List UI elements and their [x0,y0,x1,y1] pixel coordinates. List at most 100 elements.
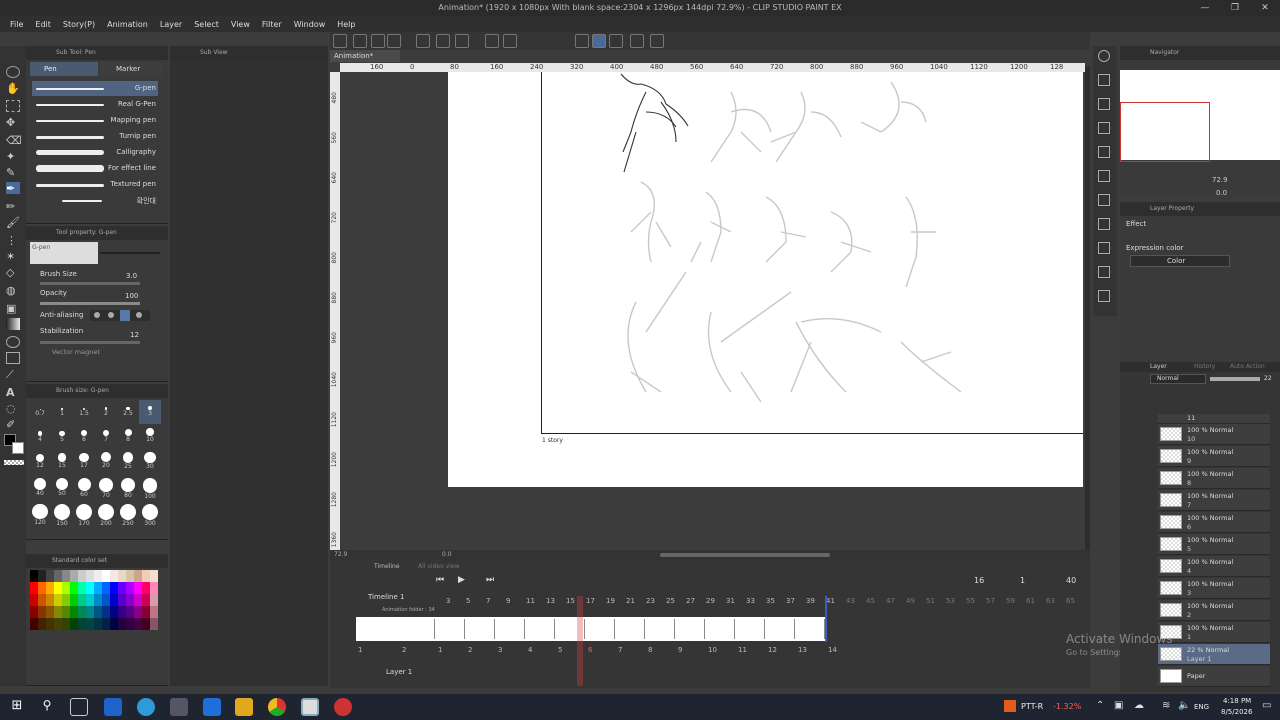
store-icon[interactable] [104,698,122,716]
color-swatch[interactable] [118,582,126,594]
airbrush-tool-icon[interactable]: ⋮ [6,234,20,247]
brush-size-option[interactable]: 2 [95,400,117,424]
color-swatch[interactable] [150,594,158,606]
history-tab[interactable]: History [1194,363,1215,370]
clip-studio-paint-icon[interactable] [334,698,352,716]
clock-date[interactable]: 8/5/2026 [1221,708,1252,716]
brush-size-option[interactable]: 170 [73,504,95,528]
color-swatch[interactable] [110,582,118,594]
color-swatch[interactable] [78,582,86,594]
color-swatch[interactable] [126,618,134,630]
start-frame-readout[interactable]: 1 [1020,576,1025,585]
track-layer-label[interactable]: Layer 1 [386,668,412,676]
color-swatch[interactable] [118,570,126,582]
color-swatch[interactable] [38,582,46,594]
color-swatch[interactable] [134,618,142,630]
redo-icon[interactable] [436,34,450,48]
move-tool-icon[interactable]: ✥ [6,116,20,129]
color-swatch[interactable] [134,570,142,582]
color-swatch[interactable] [62,582,70,594]
ruler-tool-icon[interactable]: ⟋ [6,368,20,381]
brush-tool-icon[interactable]: 🖌 [6,216,20,229]
brush-size-option[interactable]: 10 [139,426,161,450]
color-swatch[interactable] [62,606,70,618]
layer-row[interactable]: 100 % Normal 10 [1158,424,1270,445]
menu-window[interactable]: Window [294,20,326,29]
minimize-button[interactable]: — [1190,0,1220,16]
frame-header-number[interactable]: 5 [466,597,470,605]
color-swatch[interactable] [94,582,102,594]
select-tool-icon[interactable] [6,100,20,112]
fill-tool-icon[interactable]: ▣ [6,302,20,315]
brush-size-option[interactable]: 1.5 [73,400,95,424]
color-swatch[interactable] [86,594,94,606]
brush-size-option[interactable]: 40 [29,478,51,502]
color-swatch[interactable] [110,618,118,630]
task-view-icon[interactable] [70,698,88,716]
color-swatch[interactable] [102,606,110,618]
figure-tool-icon[interactable] [6,336,20,348]
frame-header-number[interactable]: 31 [726,597,735,605]
eyedropper-icon[interactable]: ✎ [6,166,20,179]
eraser-icon[interactable]: ◇ [6,266,20,279]
decoration-tool-icon[interactable]: ✶ [6,250,20,263]
brush-size-option[interactable]: 150 [51,504,73,528]
brush-size-option[interactable]: 80 [117,478,139,502]
zoom-tool-icon[interactable] [6,66,20,78]
color-swatch[interactable] [54,594,62,606]
brush-size-option[interactable]: 30 [139,452,161,476]
color-swatch[interactable] [86,618,94,630]
brush-size-option[interactable]: 15 [51,452,73,476]
panel-icon-9[interactable] [1098,290,1110,302]
cel-number[interactable]: 8 [648,646,652,654]
layer-row[interactable]: 100 % Normal 9 [1158,446,1270,467]
layer-row[interactable]: 100 % Normal 8 [1158,468,1270,489]
panel-icon-3[interactable] [1098,146,1110,158]
color-swatch[interactable] [118,606,126,618]
menu-view[interactable]: View [231,20,250,29]
frame-header-number[interactable]: 45 [866,597,875,605]
brush-size-slider[interactable] [40,282,140,285]
notification-icon[interactable]: ▭ [1262,700,1271,711]
animation-cel-track[interactable] [356,617,826,641]
tray-icon-2[interactable]: ☁ [1134,700,1144,711]
brush-size-option[interactable]: 0.7 [29,400,51,424]
brush-item-textured-pen[interactable]: Textured pen [32,177,158,192]
color-swatch[interactable] [94,594,102,606]
balloon-tool-icon[interactable]: ◌ [6,402,20,415]
color-swatch[interactable] [150,570,158,582]
brush-size-option[interactable]: 50 [51,478,73,502]
color-swatch[interactable] [102,594,110,606]
tray-chevron-icon[interactable]: ⌃ [1096,700,1104,711]
cel-number[interactable]: 12 [768,646,777,654]
frame-header-number[interactable]: 17 [586,597,595,605]
color-swatch[interactable] [70,606,78,618]
app-icon-1[interactable] [170,698,188,716]
maximize-button[interactable]: ❐ [1220,0,1250,16]
transparent-color-swatch[interactable] [4,460,24,465]
stock-name[interactable]: PTT-R [1021,702,1043,711]
close-panel-icon[interactable] [1098,74,1110,86]
frame-header-number[interactable]: 19 [606,597,615,605]
menu-story[interactable]: Story(P) [63,20,95,29]
frame-header-number[interactable]: 49 [906,597,915,605]
color-swatch[interactable] [46,594,54,606]
color-swatch[interactable] [142,618,150,630]
frame-header-number[interactable]: 55 [966,597,975,605]
color-swatch[interactable] [94,606,102,618]
brush-size-option[interactable]: 7 [95,426,117,450]
color-swatch[interactable] [30,582,38,594]
layer-row[interactable]: 100 % Normal 7 [1158,490,1270,511]
color-swatch[interactable] [70,618,78,630]
current-frame-marker[interactable] [577,596,583,686]
brush-size-option[interactable]: 2.5 [117,400,139,424]
brush-size-option[interactable]: 6 [73,426,95,450]
color-swatch[interactable] [54,582,62,594]
color-swatch[interactable] [86,606,94,618]
color-swatch[interactable] [38,606,46,618]
brush-item-custom[interactable]: 확인대 [32,193,158,208]
brush-size-option[interactable]: 120 [29,504,51,528]
auto-select-icon[interactable]: ✦ [6,150,20,163]
antialias-strong[interactable] [136,312,142,318]
color-swatch[interactable] [38,618,46,630]
